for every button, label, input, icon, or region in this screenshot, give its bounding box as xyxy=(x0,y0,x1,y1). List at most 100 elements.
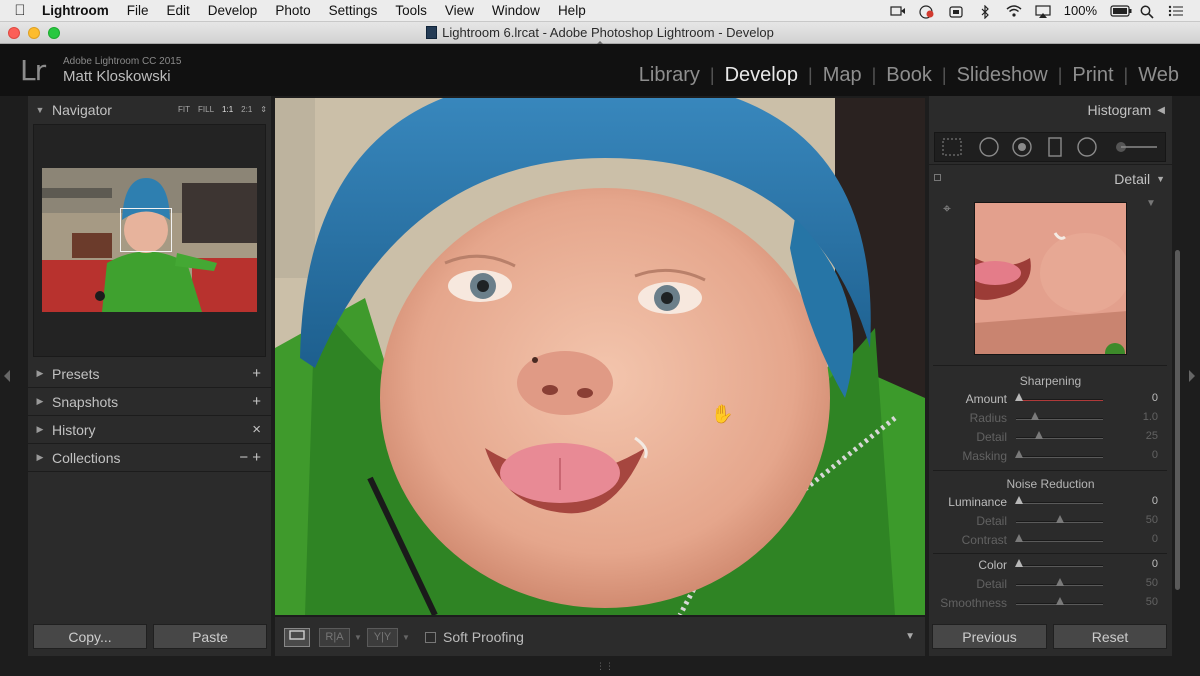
sharpening-slider-track[interactable] xyxy=(1016,437,1103,439)
detail-target-icon[interactable]: ⌖ xyxy=(943,200,951,217)
zoom-fit[interactable]: FIT xyxy=(178,105,190,114)
menu-view[interactable]: View xyxy=(436,3,483,18)
module-print[interactable]: Print xyxy=(1062,64,1123,87)
spot-removal-tool-icon[interactable] xyxy=(975,133,1003,161)
sharpening-slider-row[interactable]: Radius 1.0 xyxy=(929,411,1172,429)
paste-settings-button[interactable]: Paste xyxy=(153,624,267,649)
sharpening-slider-knob[interactable] xyxy=(1031,412,1040,420)
noise-reduction-slider-track[interactable] xyxy=(1016,540,1103,542)
apple-menu-icon[interactable]:  xyxy=(0,2,40,19)
battery-icon[interactable] xyxy=(1110,4,1132,17)
before-after-dropdown-icon[interactable]: ▼ xyxy=(354,633,362,642)
collections-header[interactable]: ▶ Collections − + xyxy=(28,444,271,472)
menu-photo[interactable]: Photo xyxy=(266,3,319,18)
right-panel-toggle-icon[interactable] xyxy=(1189,370,1195,382)
graduated-filter-tool-icon[interactable] xyxy=(1043,133,1067,161)
snapshots-header[interactable]: ▶ Snapshots + xyxy=(28,388,271,416)
module-book[interactable]: Book xyxy=(876,64,942,87)
menu-window[interactable]: Window xyxy=(483,3,549,18)
menu-extra-icon[interactable] xyxy=(948,5,964,18)
module-develop[interactable]: Develop xyxy=(715,64,808,87)
noise-reduction-slider-value[interactable]: 50 xyxy=(1118,596,1158,608)
sharpening-slider-value[interactable]: 1.0 xyxy=(1118,411,1158,423)
radial-filter-tool-icon[interactable] xyxy=(1075,133,1101,161)
recording-app-icon[interactable] xyxy=(919,4,935,19)
wifi-icon[interactable] xyxy=(1006,4,1022,17)
sharpening-slider-track[interactable] xyxy=(1016,456,1103,458)
zoom-2-1[interactable]: 2:1 xyxy=(241,105,252,114)
sharpening-slider-row[interactable]: Detail 25 xyxy=(929,430,1172,448)
menu-edit[interactable]: Edit xyxy=(158,3,199,18)
zoom-1-1[interactable]: 1:1 xyxy=(222,105,233,114)
bluetooth-icon[interactable] xyxy=(977,4,993,19)
noise-reduction-slider-knob[interactable] xyxy=(1014,496,1023,504)
noise-reduction-slider-row[interactable]: Color 0 xyxy=(929,558,1172,576)
collections-actions-icon[interactable]: − + xyxy=(239,449,261,466)
right-panel-scrollbar[interactable] xyxy=(1173,240,1183,610)
sharpening-slider-value[interactable]: 25 xyxy=(1118,430,1158,442)
noise-reduction-slider-value[interactable]: 50 xyxy=(1118,577,1158,589)
sharpening-slider-row[interactable]: Amount 0 xyxy=(929,392,1172,410)
noise-reduction-slider-knob[interactable] xyxy=(1014,534,1023,542)
detail-header[interactable]: Detail ▼ xyxy=(929,164,1172,192)
develop-image-canvas[interactable]: ✋ xyxy=(275,98,925,615)
zoom-stepper-icon[interactable]: ⇕ xyxy=(260,105,267,114)
soft-proofing-checkbox[interactable] xyxy=(425,631,436,643)
menu-app-name[interactable]: Lightroom xyxy=(40,3,118,18)
module-map[interactable]: Map xyxy=(813,64,872,87)
before-after-left-right-button[interactable]: R|A xyxy=(319,628,350,647)
before-after-top-bottom-button[interactable]: Y|Y xyxy=(367,628,398,647)
noise-reduction-slider-row[interactable]: Luminance 0 xyxy=(929,495,1172,513)
module-slideshow[interactable]: Slideshow xyxy=(947,64,1058,87)
menu-tools[interactable]: Tools xyxy=(386,3,436,18)
noise-reduction-slider-track[interactable] xyxy=(1016,565,1103,567)
noise-reduction-slider-knob[interactable] xyxy=(1055,597,1064,605)
sharpening-slider-track[interactable] xyxy=(1016,399,1103,401)
noise-reduction-slider-value[interactable]: 0 xyxy=(1118,533,1158,545)
soft-proofing-toggle[interactable]: Soft Proofing xyxy=(425,629,524,645)
sharpening-slider-row[interactable]: Masking 0 xyxy=(929,449,1172,467)
menu-settings[interactable]: Settings xyxy=(320,3,387,18)
sharpening-slider-track[interactable] xyxy=(1016,418,1103,420)
module-web[interactable]: Web xyxy=(1128,64,1189,87)
reset-settings-button[interactable]: Reset xyxy=(1053,624,1167,649)
navigator-zoom-rectangle[interactable] xyxy=(120,208,172,252)
airplay-icon[interactable] xyxy=(1035,4,1051,18)
histogram-header[interactable]: Histogram ◀ xyxy=(929,96,1172,124)
copy-settings-button[interactable]: Copy... xyxy=(33,624,147,649)
crop-tool-icon[interactable] xyxy=(939,133,965,161)
noise-reduction-slider-row[interactable]: Detail 50 xyxy=(929,514,1172,532)
before-after-swap-dropdown-icon[interactable]: ▼ xyxy=(402,633,410,642)
detail-collapse-icon[interactable]: ▼ xyxy=(1156,174,1165,184)
adjustment-brush-tool-icon[interactable] xyxy=(1113,133,1161,161)
window-minimize-button[interactable] xyxy=(28,27,40,39)
sharpening-slider-knob[interactable] xyxy=(1035,431,1044,439)
noise-reduction-slider-row[interactable]: Smoothness 50 xyxy=(929,596,1172,614)
clear-history-icon[interactable]: × xyxy=(252,421,261,438)
module-library[interactable]: Library xyxy=(629,64,710,87)
loupe-view-button[interactable] xyxy=(284,628,310,647)
noise-reduction-slider-track[interactable] xyxy=(1016,502,1103,504)
screen-record-icon[interactable] xyxy=(890,5,906,17)
sharpening-slider-value[interactable]: 0 xyxy=(1118,392,1158,404)
scrollbar-thumb[interactable] xyxy=(1175,250,1180,590)
detail-panel-switch-icon[interactable] xyxy=(934,174,941,181)
add-preset-icon[interactable]: + xyxy=(252,365,261,382)
menu-file[interactable]: File xyxy=(118,3,158,18)
noise-reduction-slider-value[interactable]: 0 xyxy=(1118,558,1158,570)
noise-reduction-slider-knob[interactable] xyxy=(1055,578,1064,586)
spotlight-search-icon[interactable] xyxy=(1139,5,1155,19)
window-close-button[interactable] xyxy=(8,27,20,39)
toolbar-options-icon[interactable]: ▼ xyxy=(905,631,915,642)
presets-header[interactable]: ▶ Presets + xyxy=(28,360,271,388)
histogram-collapse-icon[interactable]: ◀ xyxy=(1157,105,1165,116)
noise-reduction-slider-value[interactable]: 50 xyxy=(1118,514,1158,526)
noise-reduction-slider-row[interactable]: Contrast 0 xyxy=(929,533,1172,551)
sharpening-slider-value[interactable]: 0 xyxy=(1118,449,1158,461)
noise-reduction-slider-knob[interactable] xyxy=(1055,515,1064,523)
navigator-thumbnail[interactable] xyxy=(42,168,257,312)
filmstrip-toggle-icon[interactable]: ⋮⋮ xyxy=(596,661,614,672)
noise-reduction-slider-value[interactable]: 0 xyxy=(1118,495,1158,507)
red-eye-tool-icon[interactable] xyxy=(1008,133,1036,161)
sharpening-slider-knob[interactable] xyxy=(1014,393,1023,401)
